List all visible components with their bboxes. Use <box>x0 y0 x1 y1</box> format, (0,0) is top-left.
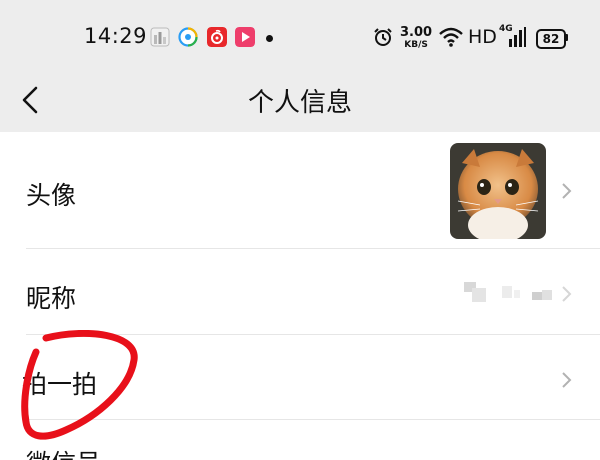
row-label-wechat-id: 微信号 <box>26 444 101 460</box>
row-avatar[interactable]: 头像 <box>0 132 600 239</box>
video-app-icon <box>235 27 255 47</box>
signal-icon <box>509 27 526 47</box>
battery-level: 82 <box>542 32 560 46</box>
nav-header: 个人信息 <box>0 76 600 132</box>
page-title: 个人信息 <box>247 88 352 118</box>
chevron-right-icon <box>562 183 572 199</box>
row-label-nickname: 昵称 <box>26 284 77 313</box>
notification-dot <box>266 35 273 42</box>
row-label-avatar: 头像 <box>26 181 77 210</box>
hd-indicator: HD <box>468 26 497 48</box>
wifi-icon <box>439 27 463 47</box>
music-app-icon <box>207 27 227 47</box>
row-pat-pat[interactable]: 拍一拍 <box>0 335 600 419</box>
avatar-image <box>450 143 546 239</box>
nickname-value-pixelated <box>464 282 552 302</box>
gallery-app-icon <box>150 27 170 47</box>
row-label-pat-pat: 拍一拍 <box>22 370 98 399</box>
row-wechat-id[interactable]: 微信号 <box>0 420 600 460</box>
chevron-right-icon <box>562 372 572 388</box>
browser-app-icon <box>178 27 198 47</box>
battery-icon: 82 <box>536 29 566 49</box>
net-speed: 3.00 KB/S <box>400 25 433 51</box>
status-bar: 14:29 3.00 KB/S HD 4G 82 <box>0 0 600 76</box>
status-time: 14:29 <box>84 24 148 48</box>
battery-tip <box>565 34 568 41</box>
alarm-icon <box>374 28 392 46</box>
net-speed-unit: KB/S <box>404 40 428 50</box>
net-speed-value: 3.00 <box>400 25 433 40</box>
